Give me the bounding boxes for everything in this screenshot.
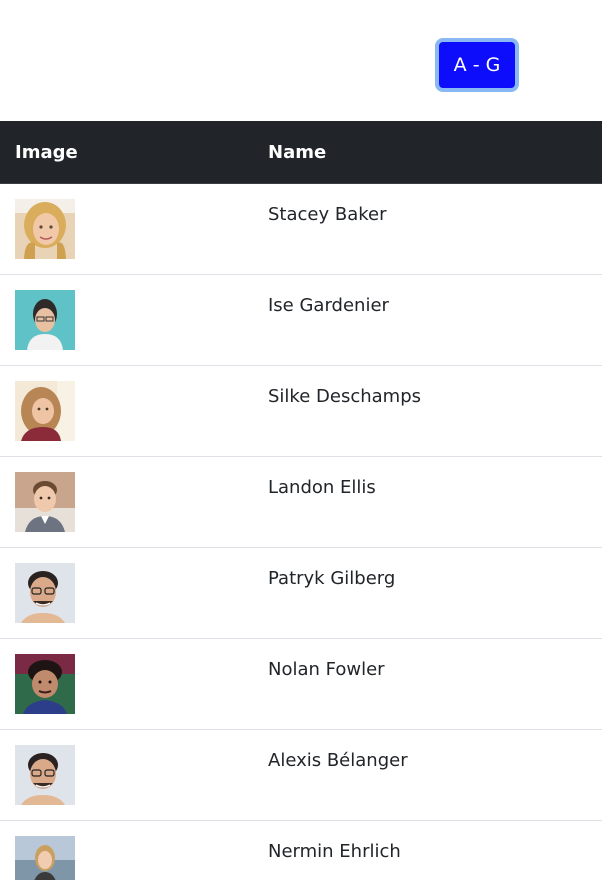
man-glasses-avatar	[15, 563, 75, 623]
table-row: Nermin Ehrlich	[0, 821, 602, 880]
filter-a-g-button[interactable]: A - G	[435, 38, 519, 92]
table-row: Alexis Bélanger	[0, 730, 602, 821]
column-header-image: Image	[15, 141, 78, 163]
woman-curly-hair-avatar	[15, 381, 75, 441]
woman-outdoor-avatar	[15, 836, 75, 880]
man-dark-hair-avatar	[15, 654, 75, 714]
table-row: Patryk Gilberg	[0, 548, 602, 639]
person-name: Nolan Fowler	[268, 659, 385, 680]
man-short-hair-avatar	[15, 472, 75, 532]
table-row: Landon Ellis	[0, 457, 602, 548]
people-table: Image Name Stacey Baker Ise Gardenier Si…	[0, 121, 602, 880]
column-header-name: Name	[268, 141, 327, 163]
table-row: Stacey Baker	[0, 184, 602, 275]
woman-dark-hair-glasses-avatar	[15, 290, 75, 350]
person-name: Nermin Ehrlich	[268, 841, 401, 862]
person-name: Alexis Bélanger	[268, 750, 408, 771]
table-row: Silke Deschamps	[0, 366, 602, 457]
table-header: Image Name	[0, 121, 602, 184]
table-row: Nolan Fowler	[0, 639, 602, 730]
page: A - G Image Name Stacey Baker Ise Garden…	[0, 0, 602, 880]
filter-bar: A - G	[0, 0, 602, 121]
person-name: Landon Ellis	[268, 477, 376, 498]
person-name: Silke Deschamps	[268, 386, 421, 407]
person-name: Patryk Gilberg	[268, 568, 396, 589]
table-row: Ise Gardenier	[0, 275, 602, 366]
woman-blonde-smiling-avatar	[15, 199, 75, 259]
person-name: Stacey Baker	[268, 204, 387, 225]
man-glasses-avatar	[15, 745, 75, 805]
person-name: Ise Gardenier	[268, 295, 389, 316]
